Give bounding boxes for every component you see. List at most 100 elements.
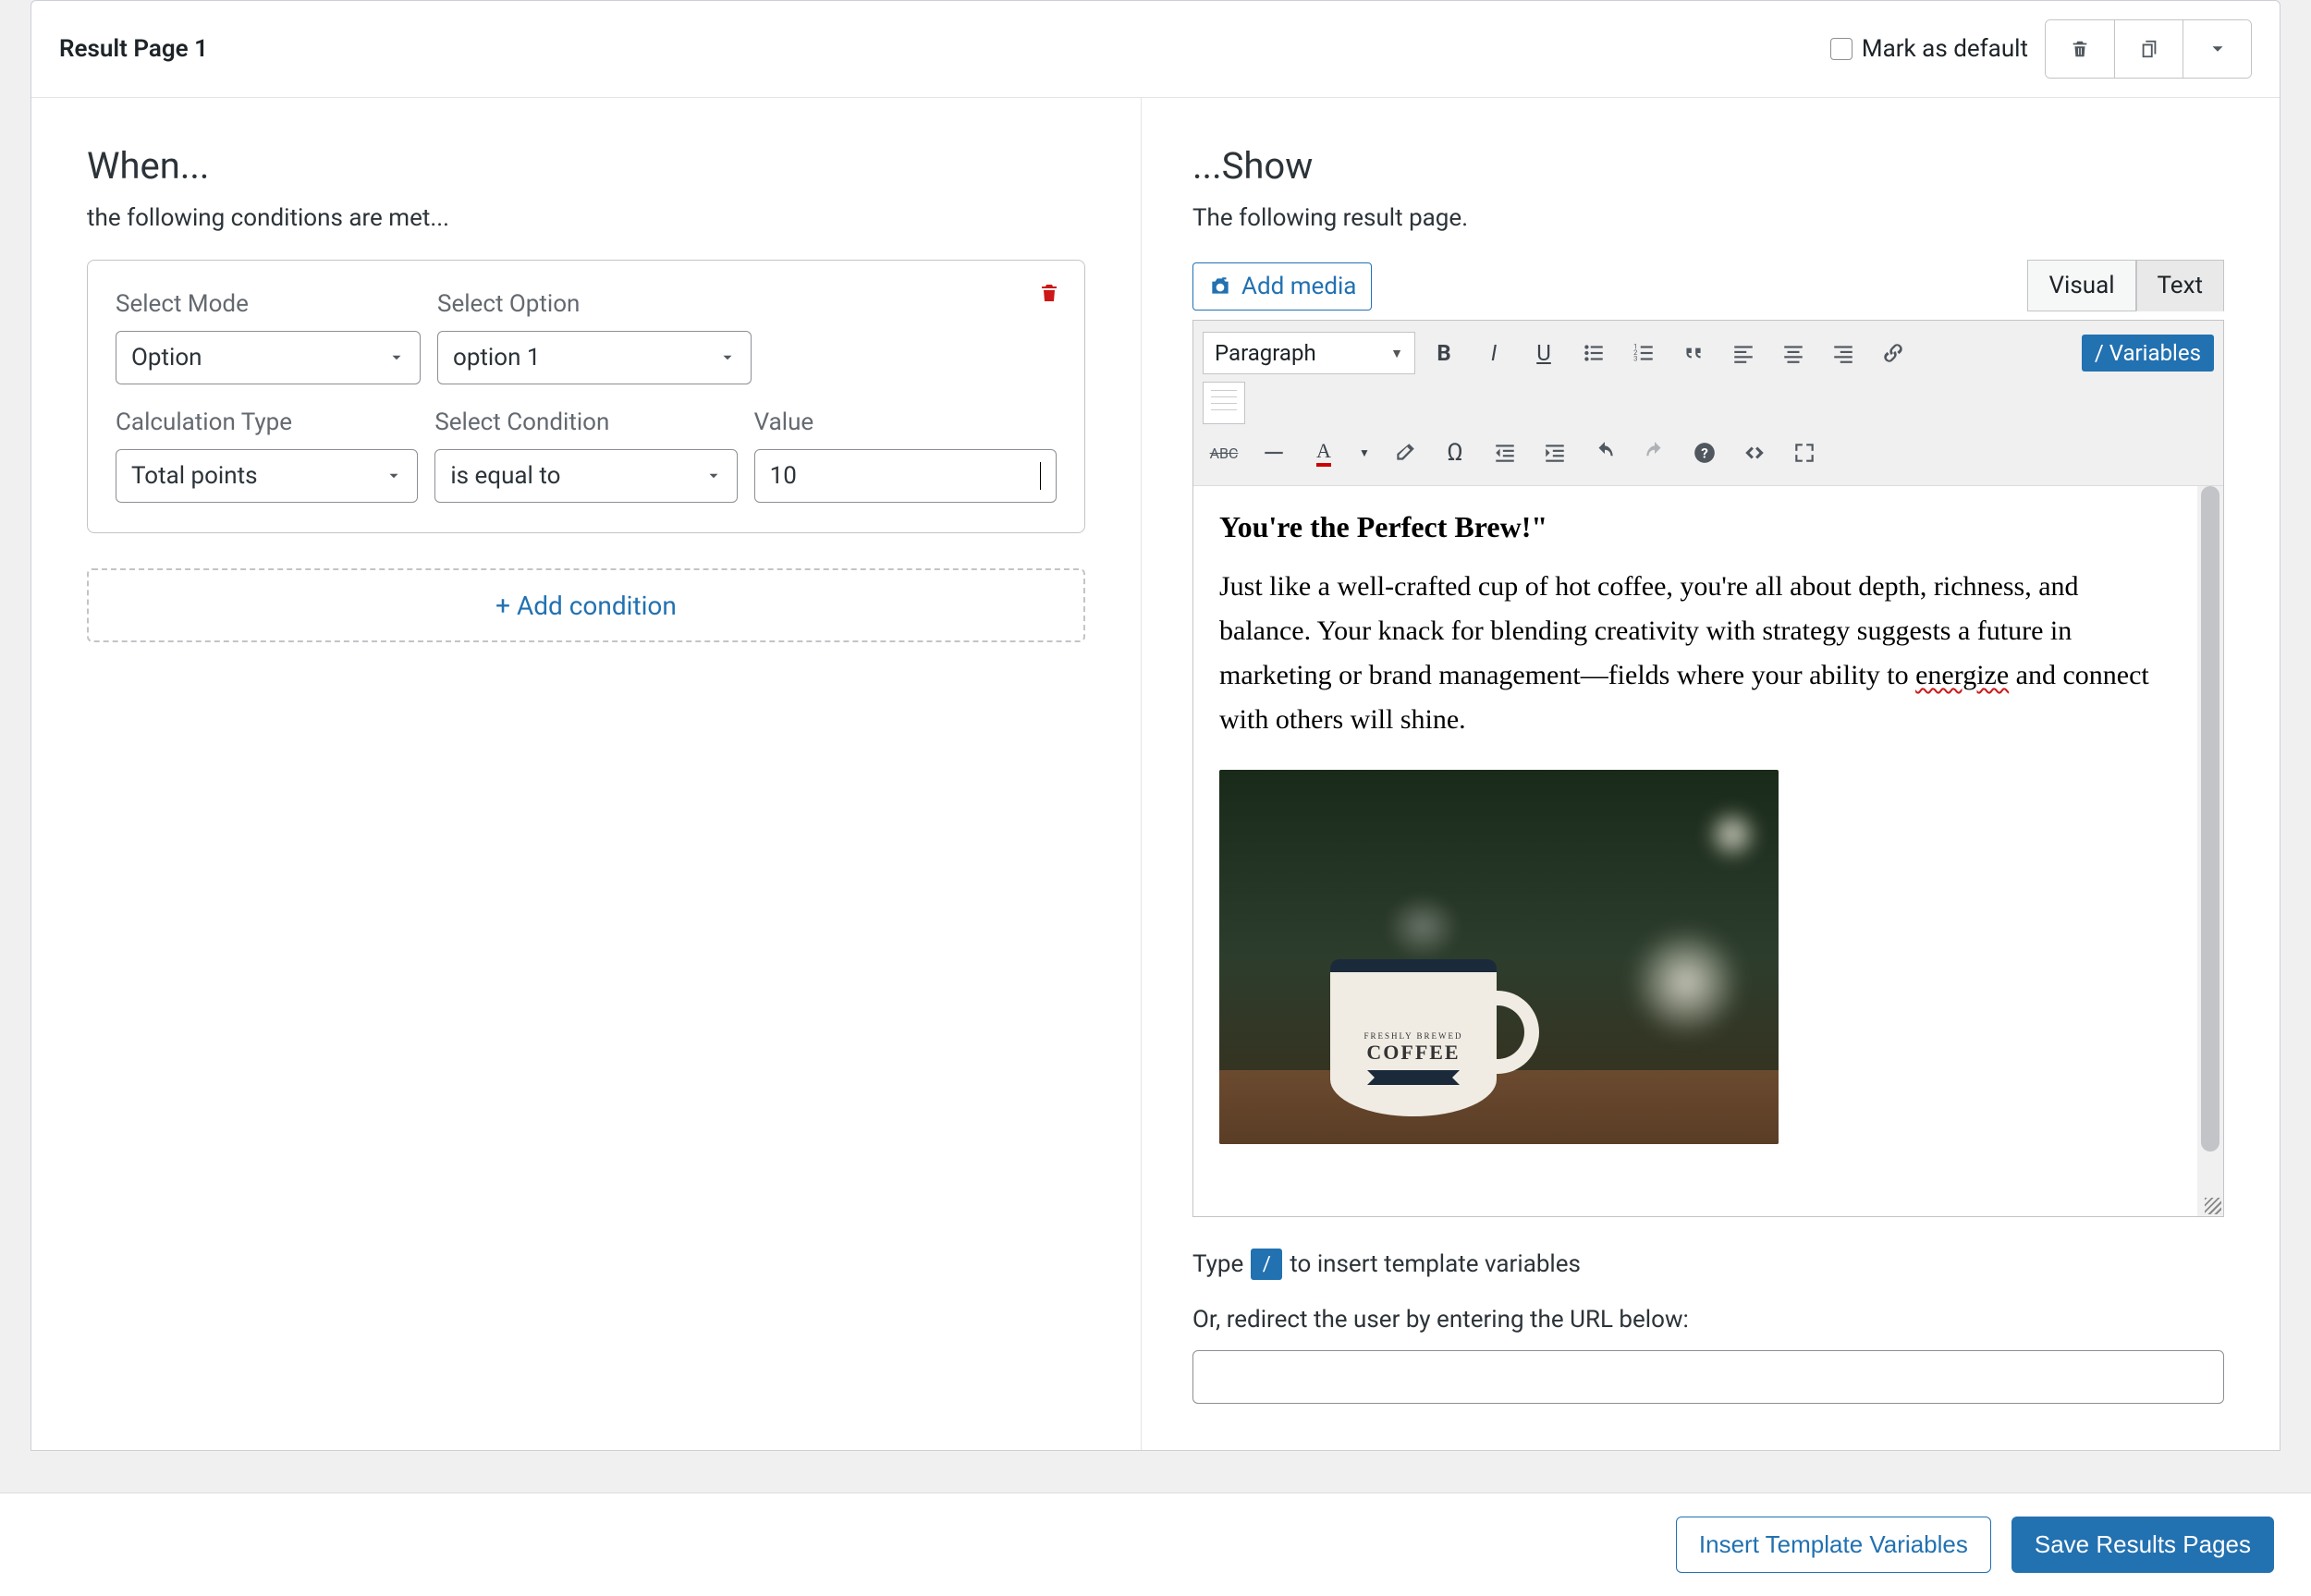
calc-type-value: Total points	[131, 462, 258, 490]
img-bokeh	[1631, 927, 1742, 1038]
when-title: When...	[87, 144, 1085, 188]
special-char-button[interactable]: Ω	[1434, 432, 1476, 474]
chevron-down-icon	[2207, 39, 2228, 59]
undo-icon	[1593, 441, 1617, 465]
help-icon: ?	[1693, 441, 1717, 465]
editor-content[interactable]: You're the Perfect Brew!" Just like a we…	[1193, 486, 2197, 1216]
text-color-caret[interactable]: ▼	[1352, 432, 1376, 474]
mug-brand-top: FRESHLY BREWED	[1330, 1031, 1497, 1041]
chevron-down-icon	[719, 349, 736, 366]
caret-down-icon: ▼	[1390, 346, 1403, 361]
redirect-url-input[interactable]	[1192, 1350, 2224, 1404]
page-title: Result Page 1	[59, 35, 208, 63]
format-select[interactable]: Paragraph ▼	[1203, 332, 1415, 374]
blockquote-button[interactable]	[1672, 332, 1715, 374]
editor-toolbar: Paragraph ▼ B I U 123	[1193, 321, 2223, 486]
outdent-button[interactable]	[1484, 432, 1526, 474]
scroll-thumb[interactable]	[2201, 486, 2219, 1151]
link-icon	[1881, 341, 1905, 365]
hr-icon	[1262, 441, 1286, 465]
save-label: Save Results Pages	[2035, 1530, 2251, 1558]
duplicate-page-button[interactable]	[2114, 20, 2183, 78]
text-color-button[interactable]: A	[1302, 432, 1345, 474]
redo-button[interactable]	[1633, 432, 1676, 474]
list-ol-icon: 123	[1632, 341, 1656, 365]
insert-template-variables-button[interactable]: Insert Template Variables	[1676, 1517, 1991, 1573]
select-option-field: Select Option option 1	[437, 290, 752, 384]
horizontal-rule-button[interactable]	[1253, 432, 1295, 474]
fullscreen-button[interactable]	[1783, 432, 1826, 474]
align-left-button[interactable]	[1722, 332, 1765, 374]
card-header: Result Page 1 Mark as default	[31, 1, 2280, 98]
value-input[interactable]: 10	[754, 449, 1057, 503]
add-media-button[interactable]: Add media	[1192, 262, 1372, 311]
spellcheck-word: energize	[1915, 660, 2009, 690]
img-bokeh	[1705, 807, 1760, 862]
delete-condition-button[interactable]	[1038, 281, 1060, 309]
mug-label: FRESHLY BREWED COFFEE	[1330, 1031, 1497, 1085]
content-split: When... the following conditions are met…	[31, 98, 2280, 1450]
italic-button[interactable]: I	[1473, 332, 1515, 374]
tab-text-label: Text	[2158, 272, 2203, 299]
select-condition-label: Select Condition	[434, 408, 737, 436]
indent-icon	[1543, 441, 1567, 465]
table-icon	[1211, 390, 1237, 416]
undo-button[interactable]	[1583, 432, 1626, 474]
clear-format-button[interactable]	[1384, 432, 1426, 474]
condition-card: Select Mode Option Select Option option …	[87, 260, 1085, 533]
bold-button[interactable]: B	[1423, 332, 1465, 374]
editor-tabs: Visual Text	[2027, 260, 2224, 311]
tab-visual[interactable]: Visual	[2027, 260, 2135, 311]
editor-body: You're the Perfect Brew!" Just like a we…	[1193, 486, 2223, 1216]
select-option-value: option 1	[453, 344, 541, 372]
tab-text[interactable]: Text	[2136, 260, 2224, 311]
variables-label: / Variables	[2095, 340, 2201, 366]
save-results-pages-button[interactable]: Save Results Pages	[2011, 1517, 2274, 1573]
add-condition-button[interactable]: + Add condition	[87, 568, 1085, 642]
svg-text:?: ?	[1701, 445, 1708, 461]
toolbar-row-2	[1203, 378, 2214, 428]
calc-type-dropdown[interactable]: Total points	[116, 449, 418, 503]
chevron-down-icon	[388, 349, 405, 366]
value-label: Value	[754, 408, 1057, 436]
align-left-icon	[1731, 341, 1755, 365]
select-condition-dropdown[interactable]: is equal to	[434, 449, 737, 503]
bold-icon: B	[1437, 340, 1450, 366]
hint-post: to insert template variables	[1290, 1250, 1581, 1278]
underline-icon: U	[1536, 340, 1551, 366]
expand-page-button[interactable]	[2183, 20, 2251, 78]
variables-button[interactable]: / Variables	[2082, 335, 2214, 372]
content-image[interactable]: FRESHLY BREWED COFFEE	[1219, 770, 1779, 1144]
number-list-button[interactable]: 123	[1622, 332, 1665, 374]
link-button[interactable]	[1872, 332, 1914, 374]
mark-default-checkbox[interactable]	[1830, 38, 1852, 60]
text-cursor	[1040, 462, 1041, 490]
resize-handle[interactable]	[2205, 1198, 2221, 1214]
value-text: 10	[770, 462, 797, 490]
redirect-label: Or, redirect the user by entering the UR…	[1192, 1306, 2224, 1334]
align-center-button[interactable]	[1772, 332, 1815, 374]
format-select-value: Paragraph	[1215, 340, 1316, 366]
align-right-button[interactable]	[1822, 332, 1865, 374]
align-center-icon	[1781, 341, 1805, 365]
align-right-icon	[1831, 341, 1855, 365]
chevron-down-icon	[705, 468, 722, 484]
select-mode-dropdown[interactable]: Option	[116, 331, 421, 384]
bullet-list-button[interactable]	[1572, 332, 1615, 374]
header-actions: Mark as default	[1830, 19, 2252, 79]
select-mode-label: Select Mode	[116, 290, 421, 318]
show-pane: ...Show The following result page. Add m…	[1142, 98, 2280, 1450]
indent-button[interactable]	[1534, 432, 1576, 474]
help-button[interactable]: ?	[1683, 432, 1726, 474]
fullscreen-icon	[1792, 441, 1816, 465]
editor-scrollbar[interactable]	[2197, 486, 2223, 1216]
underline-button[interactable]: U	[1522, 332, 1565, 374]
code-button[interactable]	[1733, 432, 1776, 474]
quote-icon	[1681, 341, 1706, 365]
show-sub: The following result page.	[1192, 204, 2224, 232]
strikethrough-button[interactable]: ABC	[1203, 432, 1245, 474]
select-option-dropdown[interactable]: option 1	[437, 331, 752, 384]
img-mug: FRESHLY BREWED COFFEE	[1330, 932, 1534, 1116]
table-button[interactable]	[1203, 382, 1245, 424]
delete-page-button[interactable]	[2046, 20, 2114, 78]
